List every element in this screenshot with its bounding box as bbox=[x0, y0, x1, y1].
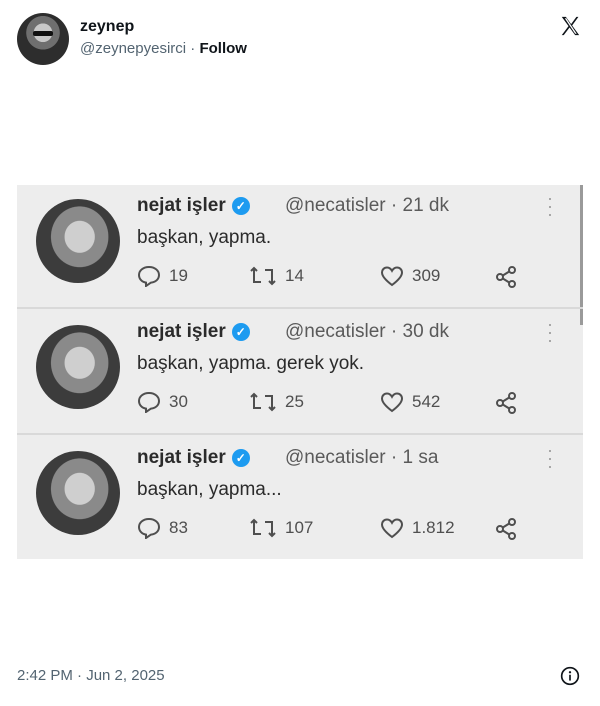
divider bbox=[17, 307, 583, 309]
embedded-screenshot: nejat işler ✓ @necatisler · 21 dk · · · baş… bbox=[17, 185, 583, 559]
tweet-handle-time: @necatisler · 21 dk bbox=[285, 195, 449, 216]
embedded-tweet: nejat işler ✓ @necatisler · 21 dk · · · baş… bbox=[17, 185, 583, 309]
verified-badge-icon: ✓ bbox=[231, 323, 250, 341]
info-icon[interactable] bbox=[560, 666, 580, 686]
tweet-author-name: nejat işler ✓ bbox=[137, 447, 250, 469]
tweet-avatar bbox=[36, 451, 120, 535]
retweet-stat: 25 bbox=[249, 391, 304, 413]
tweet-author-name: nejat işler ✓ bbox=[137, 195, 250, 217]
tweet-handle-time: @necatisler · 1 sa bbox=[285, 447, 439, 468]
heart-icon bbox=[380, 392, 404, 413]
follow-button[interactable]: Follow bbox=[199, 40, 247, 57]
reply-stat: 19 bbox=[137, 265, 188, 287]
reply-stat: 83 bbox=[137, 517, 188, 539]
tweet-actions: 30 25 542 bbox=[137, 391, 537, 415]
author-avatar[interactable] bbox=[17, 13, 69, 65]
retweet-icon bbox=[250, 518, 276, 538]
reply-icon bbox=[137, 517, 161, 539]
retweet-icon bbox=[250, 266, 276, 286]
tweet-author-name: nejat işler ✓ bbox=[137, 321, 250, 343]
share-icon bbox=[496, 392, 516, 414]
embedded-tweet: nejat işler ✓ @necatisler · 30 dk · · · baş… bbox=[17, 311, 583, 435]
like-stat: 309 bbox=[380, 265, 440, 287]
heart-icon bbox=[380, 266, 404, 287]
retweet-icon bbox=[250, 392, 276, 412]
share-icon bbox=[496, 266, 516, 288]
tweet-text: başkan, yapma. gerek yok. bbox=[137, 353, 365, 374]
more-options-icon: · · · bbox=[547, 188, 553, 224]
embedded-tweet: nejat işler ✓ @necatisler · 1 sa · · · başk… bbox=[17, 437, 583, 559]
retweet-stat: 107 bbox=[249, 517, 313, 539]
more-options-icon: · · · bbox=[547, 440, 553, 476]
reply-icon bbox=[137, 391, 161, 413]
tweet-avatar bbox=[36, 199, 120, 283]
share-stat bbox=[494, 517, 518, 541]
post-header: zeynep @zeynepyesirci · Follow bbox=[17, 13, 583, 67]
like-stat: 1.812 bbox=[380, 517, 455, 539]
reply-stat: 30 bbox=[137, 391, 188, 413]
reply-icon bbox=[137, 265, 161, 287]
share-stat bbox=[494, 265, 518, 289]
tweet-text: başkan, yapma... bbox=[137, 479, 282, 500]
handle-separator: · bbox=[186, 40, 200, 57]
verified-badge-icon: ✓ bbox=[231, 449, 250, 467]
tweet-text: başkan, yapma. bbox=[137, 227, 272, 248]
share-stat bbox=[494, 391, 518, 415]
divider bbox=[17, 433, 583, 435]
more-options-icon: · · · bbox=[547, 314, 553, 350]
post-timestamp[interactable]: 2:42 PM · Jun 2, 2025 bbox=[17, 667, 165, 684]
tweet-handle-time: @necatisler · 30 dk bbox=[285, 321, 449, 342]
heart-icon bbox=[380, 518, 404, 539]
tweet-actions: 83 107 1.812 bbox=[137, 517, 537, 541]
author-display-name[interactable]: zeynep bbox=[80, 18, 134, 36]
tweet-actions: 19 14 309 bbox=[137, 265, 537, 289]
like-stat: 542 bbox=[380, 391, 440, 413]
retweet-stat: 14 bbox=[249, 265, 304, 287]
verified-badge-icon: ✓ bbox=[231, 197, 250, 215]
tweet-avatar bbox=[36, 325, 120, 409]
x-logo-icon[interactable] bbox=[559, 15, 581, 37]
share-icon bbox=[496, 518, 516, 540]
author-handle[interactable]: @zeynepyesirci bbox=[80, 40, 186, 57]
author-handle-line: @zeynepyesirci · Follow bbox=[80, 40, 247, 57]
